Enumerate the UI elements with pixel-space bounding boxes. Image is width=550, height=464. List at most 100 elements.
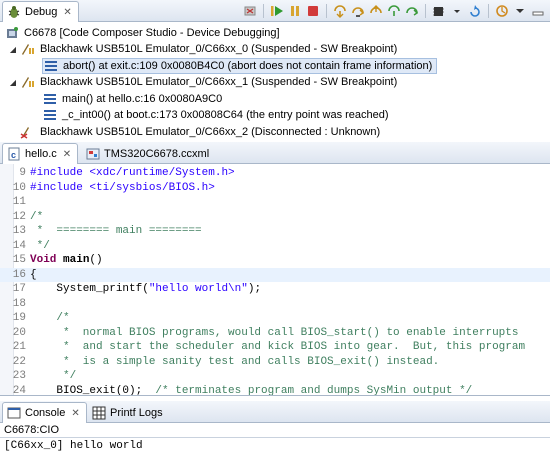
resume-icon[interactable]	[269, 3, 285, 19]
expand-arrow-icon[interactable]: ◢	[8, 45, 18, 54]
step-into-icon[interactable]	[332, 3, 348, 19]
code-line[interactable]: 22 * is a simple sanity test and calls B…	[0, 355, 550, 370]
tab-ccxml-label: TMS320C6678.ccxml	[104, 147, 210, 160]
code-token: System_printf(	[30, 283, 149, 295]
remove-terminated-icon[interactable]	[242, 3, 258, 19]
close-icon[interactable]: ✕	[71, 408, 79, 419]
console-output[interactable]: [C66xx_0] hello world	[4, 440, 143, 452]
stack-frame-icon	[42, 108, 58, 122]
code-token: ()	[89, 254, 103, 266]
thread-disconnected-icon	[20, 125, 36, 139]
printf-logs-icon	[92, 406, 106, 420]
tab-hello-c-label: hello.c	[25, 148, 57, 160]
suspend-icon[interactable]	[287, 3, 303, 19]
code-token: /*	[30, 210, 44, 223]
connect-icon[interactable]	[494, 3, 510, 19]
svg-text:c: c	[11, 150, 16, 160]
code-line[interactable]: 15 Void main()	[0, 253, 550, 268]
tab-console-label: Console	[25, 407, 66, 419]
debug-tree-item-label: Blackhawk USB510L Emulator_0/C66xx_0 (Su…	[40, 43, 398, 55]
terminate-icon[interactable]	[305, 3, 321, 19]
code-line[interactable]: 14 */	[0, 239, 550, 254]
xml-file-icon	[86, 147, 100, 161]
code-token: "hello world\n"	[148, 283, 248, 295]
code-token: #include	[30, 167, 90, 179]
line-number: 14	[12, 239, 26, 252]
code-line[interactable]: 19 /*	[0, 311, 550, 326]
code-token: */	[30, 239, 50, 252]
code-line[interactable]: 17 System_printf("hello world\n");	[0, 282, 550, 297]
code-line[interactable]: 10 #include <ti/sysbios/BIOS.h>	[0, 181, 550, 196]
close-icon[interactable]: ✕	[63, 7, 71, 18]
expand-arrow-icon[interactable]: ◢	[0, 29, 2, 38]
asm-step-into-icon[interactable]	[386, 3, 402, 19]
code-line[interactable]: 11	[0, 195, 550, 210]
view-menu-icon[interactable]	[512, 3, 528, 19]
code-line[interactable]: 16 {	[0, 267, 550, 282]
code-line[interactable]: 18	[0, 297, 550, 312]
code-line[interactable]: 20 * normal BIOS programs, would call BI…	[0, 326, 550, 341]
debug-tree-item[interactable]: abort() at exit.c:109 0x0080B4C0 (abort …	[42, 58, 438, 74]
debug-tree-item-label: main() at hello.c:16 0x0080A9C0	[62, 93, 223, 105]
launch-icon	[4, 26, 20, 40]
console-title: C6678:CIO	[4, 424, 60, 436]
stack-frame-icon	[42, 92, 58, 106]
expand-arrow-icon[interactable]: ◢	[8, 78, 18, 87]
minimize-icon[interactable]	[530, 3, 546, 19]
code-token: BIOS_exit(0);	[30, 384, 156, 396]
debug-tree-item-label: C6678 [Code Composer Studio - Device Deb…	[24, 27, 280, 39]
code-token: #include	[30, 181, 90, 194]
line-number: 22	[12, 355, 26, 368]
tab-ccxml[interactable]: TMS320C6678.ccxml	[82, 143, 215, 164]
thread-suspended-icon	[20, 42, 36, 56]
line-number: 24	[12, 384, 26, 396]
code-line[interactable]: 13 * ======== main ========	[0, 224, 550, 239]
code-token: * is a simple sanity test and calls BIOS…	[30, 355, 440, 368]
stack-frame-icon	[43, 59, 59, 73]
debug-tree-item-label: abort() at exit.c:109 0x0080B4C0 (abort …	[63, 60, 433, 72]
line-number: 13	[12, 225, 26, 237]
debug-tree-item[interactable]: main() at hello.c:16 0x0080A9C0	[42, 91, 222, 107]
debug-tree-item-label: Blackhawk USB510L Emulator_0/C66xx_2 (Di…	[40, 126, 381, 138]
debug-tree-item[interactable]: ◢ Blackhawk USB510L Emulator_0/C66xx_1 (S…	[8, 74, 397, 90]
code-editor[interactable]: 9 #include <xdc/runtime/System.h> 10 #inclu…	[0, 164, 550, 396]
code-token: * normal BIOS programs, would call BIOS_…	[30, 326, 519, 339]
debug-tree-item-label: Blackhawk USB510L Emulator_0/C66xx_1 (Su…	[40, 76, 398, 88]
line-number: 15	[12, 254, 26, 266]
code-token: /* terminates program and dumps SysMin o…	[155, 384, 473, 396]
close-icon[interactable]: ✕	[63, 149, 71, 160]
code-token: {	[30, 268, 37, 281]
thread-suspended-icon	[20, 75, 36, 89]
editor-tabbar: c hello.c ✕ TMS320C6678.ccxml	[0, 142, 550, 164]
debug-tree-item[interactable]: ◢ Blackhawk USB510L Emulator_0/C66xx_0 (S…	[8, 41, 397, 57]
console-icon	[7, 406, 21, 420]
tab-console[interactable]: Console ✕	[2, 402, 87, 423]
dropdown-arrow-icon[interactable]	[449, 3, 465, 19]
code-line[interactable]: 23 */	[0, 369, 550, 384]
step-over-icon[interactable]	[350, 3, 366, 19]
debug-tree-item[interactable]: _c_int00() at boot.c:173 0x00808C64 (the…	[42, 107, 389, 123]
debug-tree-item-label: _c_int00() at boot.c:173 0x00808C64 (the…	[62, 109, 389, 121]
code-line[interactable]: 24 BIOS_exit(0); /* terminates program a…	[0, 384, 550, 396]
debug-tree-item[interactable]: ◢ C6678 [Code Composer Studio - Device De…	[0, 25, 280, 41]
debug-tree-item[interactable]: Blackhawk USB510L Emulator_0/C66xx_2 (Di…	[20, 124, 380, 140]
code-line[interactable]: 21 * and start the scheduler and kick BI…	[0, 340, 550, 355]
line-number: 19	[12, 312, 26, 324]
code-line[interactable]: 9 #include <xdc/runtime/System.h>	[0, 166, 550, 181]
tab-debug-label: Debug	[25, 6, 58, 18]
code-token: * ======== main ========	[30, 225, 202, 237]
debug-toolbar	[242, 3, 546, 19]
tab-hello-c[interactable]: c hello.c ✕	[2, 143, 79, 164]
step-return-icon[interactable]	[368, 3, 384, 19]
restart-icon[interactable]	[467, 3, 483, 19]
code-token: * and start the scheduler and kick BIOS …	[30, 341, 526, 353]
debug-view-tabbar: Debug ✕	[0, 0, 550, 22]
console-tabbar: Console ✕ Printf Logs	[0, 401, 550, 423]
reset-cpu-icon[interactable]	[431, 3, 447, 19]
c-file-icon: c	[7, 147, 21, 161]
tab-printf-logs[interactable]: Printf Logs	[88, 402, 169, 423]
tab-debug[interactable]: Debug ✕	[2, 1, 79, 22]
asm-step-over-icon[interactable]	[404, 3, 420, 19]
code-line[interactable]: 12 /*	[0, 210, 550, 225]
code-token: );	[247, 283, 262, 295]
